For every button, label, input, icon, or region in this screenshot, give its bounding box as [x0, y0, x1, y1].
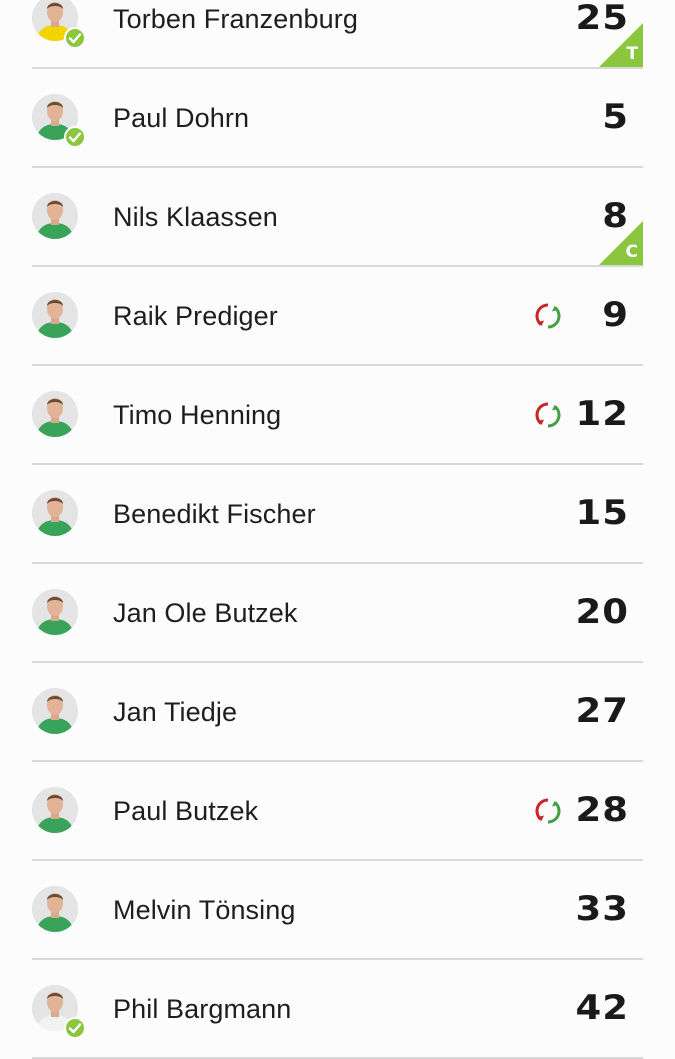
player-number: 9 — [602, 294, 629, 335]
player-row[interactable]: Torben Franzenburg 25 T — [32, 0, 643, 69]
player-row[interactable]: Paul Dohrn 5 — [32, 69, 643, 168]
player-name: Raik Prediger — [113, 301, 278, 331]
player-avatar — [32, 886, 78, 932]
player-number: 5 — [602, 96, 629, 137]
player-row[interactable]: Jan Tiedje 27 — [32, 663, 643, 762]
player-name: Phil Bargmann — [113, 994, 292, 1024]
player-row[interactable]: Nils Klaassen 8 C — [32, 168, 643, 267]
player-row[interactable]: Phil Bargmann 42 — [32, 960, 643, 1059]
role-badge-label: T — [626, 44, 638, 64]
check-icon — [64, 27, 86, 49]
player-row[interactable]: Benedikt Fischer 15 — [32, 465, 643, 564]
check-icon — [64, 1017, 86, 1039]
player-number: 12 — [575, 393, 629, 434]
player-name: Jan Tiedje — [113, 697, 238, 727]
player-row[interactable]: Paul Butzek 28 — [32, 762, 643, 861]
player-row[interactable]: Jan Ole Butzek 20 — [32, 564, 643, 663]
player-number: 25 — [575, 0, 629, 38]
player-number: 33 — [575, 888, 629, 929]
player-avatar — [32, 391, 78, 437]
player-name: Paul Dohrn — [113, 103, 250, 133]
player-name: Torben Franzenburg — [113, 4, 358, 34]
player-number: 20 — [575, 591, 629, 632]
player-number: 27 — [575, 690, 629, 731]
player-number: 15 — [575, 492, 629, 533]
player-name: Melvin Tönsing — [113, 895, 296, 925]
substitution-icon — [533, 796, 563, 826]
player-avatar — [32, 787, 78, 833]
player-avatar — [32, 292, 78, 338]
player-avatar — [32, 688, 78, 734]
player-number: 8 — [602, 195, 629, 236]
player-avatar — [32, 193, 78, 239]
player-name: Nils Klaassen — [113, 202, 278, 232]
player-number: 28 — [575, 789, 629, 830]
player-row[interactable]: Melvin Tönsing 33 — [32, 861, 643, 960]
check-icon — [64, 126, 86, 148]
player-list: Torben Franzenburg 25 T Paul Dohrn 5 Nils Kla… — [0, 0, 675, 1059]
player-name: Benedikt Fischer — [113, 499, 316, 529]
player-avatar — [32, 490, 78, 536]
player-number: 42 — [575, 987, 629, 1028]
player-name: Timo Henning — [113, 400, 282, 430]
player-name: Jan Ole Butzek — [113, 598, 298, 628]
player-row[interactable]: Timo Henning 12 — [32, 366, 643, 465]
role-badge-label: C — [625, 242, 638, 262]
substitution-icon — [533, 301, 563, 331]
player-row[interactable]: Raik Prediger 9 — [32, 267, 643, 366]
substitution-icon — [533, 400, 563, 430]
player-avatar — [32, 589, 78, 635]
player-name: Paul Butzek — [113, 796, 259, 826]
